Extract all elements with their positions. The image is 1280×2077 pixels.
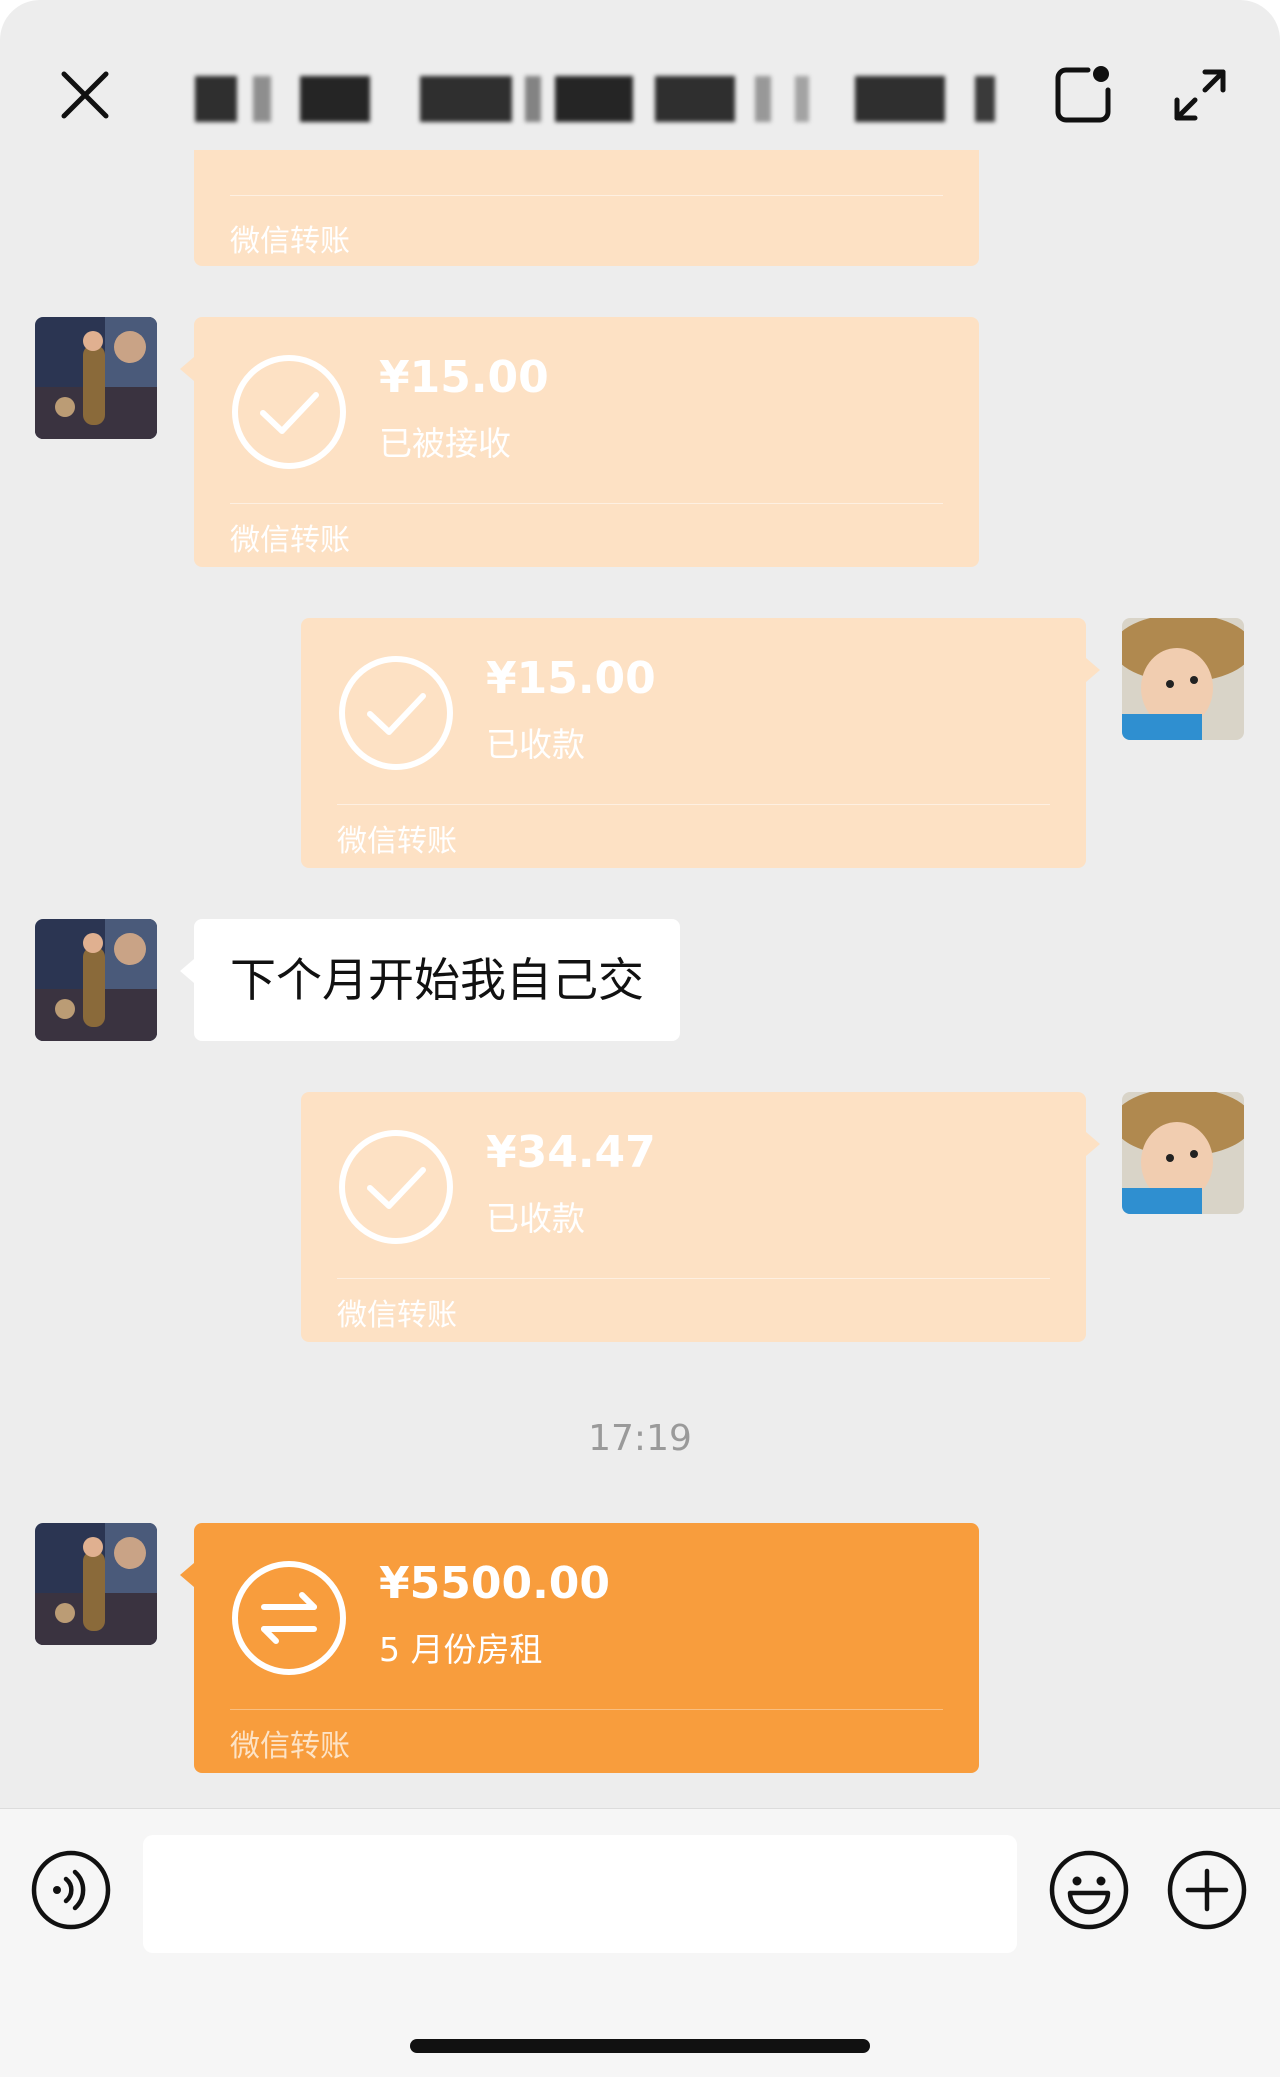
plus-icon[interactable] bbox=[1166, 1849, 1248, 1931]
bubble-pointer bbox=[180, 959, 194, 983]
transfer-status: 已收款 bbox=[486, 725, 585, 764]
transfer-footer: 微信转账 bbox=[230, 224, 350, 259]
avatar-contact[interactable] bbox=[35, 1523, 157, 1645]
avatar-self[interactable] bbox=[1122, 618, 1244, 740]
transfer-message[interactable]: ¥5500.00 5 月份房租 微信转账 bbox=[180, 1523, 979, 1773]
avatar-contact[interactable] bbox=[35, 317, 157, 439]
transfer-footer: 微信转账 bbox=[230, 523, 350, 558]
avatar-contact[interactable] bbox=[35, 919, 157, 1041]
transfer-divider bbox=[230, 1709, 943, 1710]
chat-window: 微信转账 ¥15.00 已被接收 微信转账 ¥15.00 已收款 微信转账 下个… bbox=[0, 0, 1280, 2077]
transfer-divider bbox=[230, 195, 943, 196]
transfer-message[interactable]: 微信转账 bbox=[194, 150, 979, 266]
text-message[interactable]: 下个月开始我自己交 bbox=[180, 919, 680, 1041]
transfer-amount: ¥5500.00 bbox=[379, 1558, 611, 1609]
transfer-status: 已被接收 bbox=[379, 424, 511, 463]
transfer-message[interactable]: ¥34.47 已收款 微信转账 bbox=[301, 1092, 1100, 1342]
check-circle-icon bbox=[232, 355, 346, 469]
emoji-icon[interactable] bbox=[1048, 1849, 1130, 1931]
check-circle-icon bbox=[339, 656, 453, 770]
expand-icon[interactable] bbox=[1165, 60, 1235, 130]
bubble-pointer bbox=[180, 1563, 194, 1587]
transfer-divider bbox=[337, 1278, 1050, 1279]
input-bar bbox=[0, 1808, 1280, 2077]
close-icon[interactable] bbox=[50, 60, 120, 130]
transfer-message[interactable]: ¥15.00 已被接收 微信转账 bbox=[180, 317, 979, 567]
transfer-footer: 微信转账 bbox=[337, 1298, 457, 1333]
avatar-self[interactable] bbox=[1122, 1092, 1244, 1214]
transfer-divider bbox=[230, 503, 943, 504]
voice-icon[interactable] bbox=[30, 1849, 112, 1931]
chat-title bbox=[195, 76, 1000, 122]
transfer-amount: ¥34.47 bbox=[486, 1127, 656, 1178]
message-text: 下个月开始我自己交 bbox=[230, 953, 644, 1007]
transfer-divider bbox=[337, 804, 1050, 805]
message-input[interactable] bbox=[143, 1835, 1017, 1953]
home-indicator[interactable] bbox=[410, 2039, 870, 2053]
transfer-arrows-icon bbox=[232, 1561, 346, 1675]
transfer-message[interactable]: ¥15.00 已收款 微信转账 bbox=[301, 618, 1100, 868]
bubble-pointer bbox=[1086, 1132, 1100, 1156]
floating-window-icon[interactable] bbox=[1048, 60, 1118, 130]
bubble-pointer bbox=[1086, 658, 1100, 682]
transfer-status: 已收款 bbox=[486, 1199, 585, 1238]
transfer-amount: ¥15.00 bbox=[379, 352, 549, 403]
check-circle-icon bbox=[339, 1130, 453, 1244]
transfer-note: 5 月份房租 bbox=[379, 1630, 543, 1669]
transfer-footer: 微信转账 bbox=[230, 1729, 350, 1764]
transfer-footer: 微信转账 bbox=[337, 824, 457, 859]
message-timestamp: 17:19 bbox=[588, 1418, 692, 1459]
transfer-amount: ¥15.00 bbox=[486, 653, 656, 704]
bubble-pointer bbox=[180, 357, 194, 381]
